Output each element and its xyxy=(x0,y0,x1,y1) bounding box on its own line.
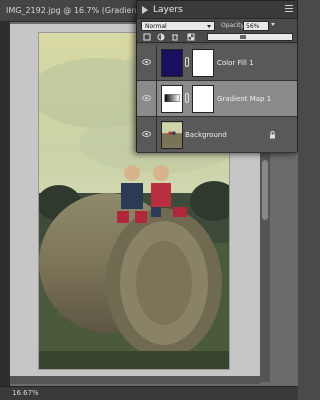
menu-lines-icon[interactable] xyxy=(285,5,293,14)
status-bar: 16.67% xyxy=(0,386,298,400)
chain-link-icon[interactable] xyxy=(185,57,189,67)
lock-transparency-icon[interactable] xyxy=(187,33,195,41)
eye-icon[interactable] xyxy=(142,95,151,101)
opacity-label: Opacity: xyxy=(221,22,246,29)
collapse-arrow-icon[interactable] xyxy=(142,6,148,14)
blend-mode-select[interactable]: Normal xyxy=(141,21,215,31)
layer-mask-thumbnail[interactable] xyxy=(192,49,214,77)
eye-icon[interactable] xyxy=(142,131,151,137)
layer-row-color-fill[interactable]: Color Fill 1 xyxy=(137,45,297,81)
fill-slider-thumb[interactable] xyxy=(240,35,246,39)
opacity-dropdown-icon[interactable] xyxy=(271,23,275,26)
eye-icon[interactable] xyxy=(142,59,151,65)
canvas-left-border xyxy=(0,22,10,386)
layer-row-gradient-map[interactable]: Gradient Map 1 xyxy=(137,81,297,117)
blend-mode-value: Normal xyxy=(145,23,167,30)
divider xyxy=(156,45,157,81)
layer-row-background[interactable]: Background xyxy=(137,117,297,153)
adjustment-layer-icon[interactable] xyxy=(157,33,165,41)
vertical-scroll-thumb[interactable] xyxy=(262,160,268,220)
opacity-input[interactable]: 56% xyxy=(243,21,269,31)
layer-mask-thumbnail[interactable] xyxy=(192,85,214,113)
horizontal-scrollbar[interactable] xyxy=(10,376,260,384)
divider xyxy=(156,81,157,117)
divider xyxy=(156,117,157,153)
chain-link-icon[interactable] xyxy=(185,93,189,103)
photoshop-window: IMG_2192.jpg @ 16.7% (Gradient Map 1, L xyxy=(0,0,298,400)
trash-icon[interactable] xyxy=(171,33,179,41)
layer-thumbnail xyxy=(161,49,183,77)
layers-panel: Layers Normal Opacity: 56% Color Fill 1 … xyxy=(136,0,298,153)
layer-controls: Normal Opacity: 56% xyxy=(137,19,297,43)
layer-name: Gradient Map 1 xyxy=(217,95,272,103)
background-thumbnail xyxy=(161,121,183,149)
new-layer-icon[interactable] xyxy=(143,33,151,41)
dropdown-caret-icon xyxy=(207,25,211,28)
layers-panel-header[interactable]: Layers xyxy=(137,1,297,19)
gradient-map-thumbnail xyxy=(161,85,183,113)
layer-name: Background xyxy=(185,131,227,139)
lock-icon xyxy=(270,131,275,139)
layer-name: Color Fill 1 xyxy=(217,59,254,67)
panel-title: Layers xyxy=(153,5,183,15)
zoom-level[interactable]: 16.67% xyxy=(12,389,39,397)
fill-slider[interactable] xyxy=(207,33,293,41)
